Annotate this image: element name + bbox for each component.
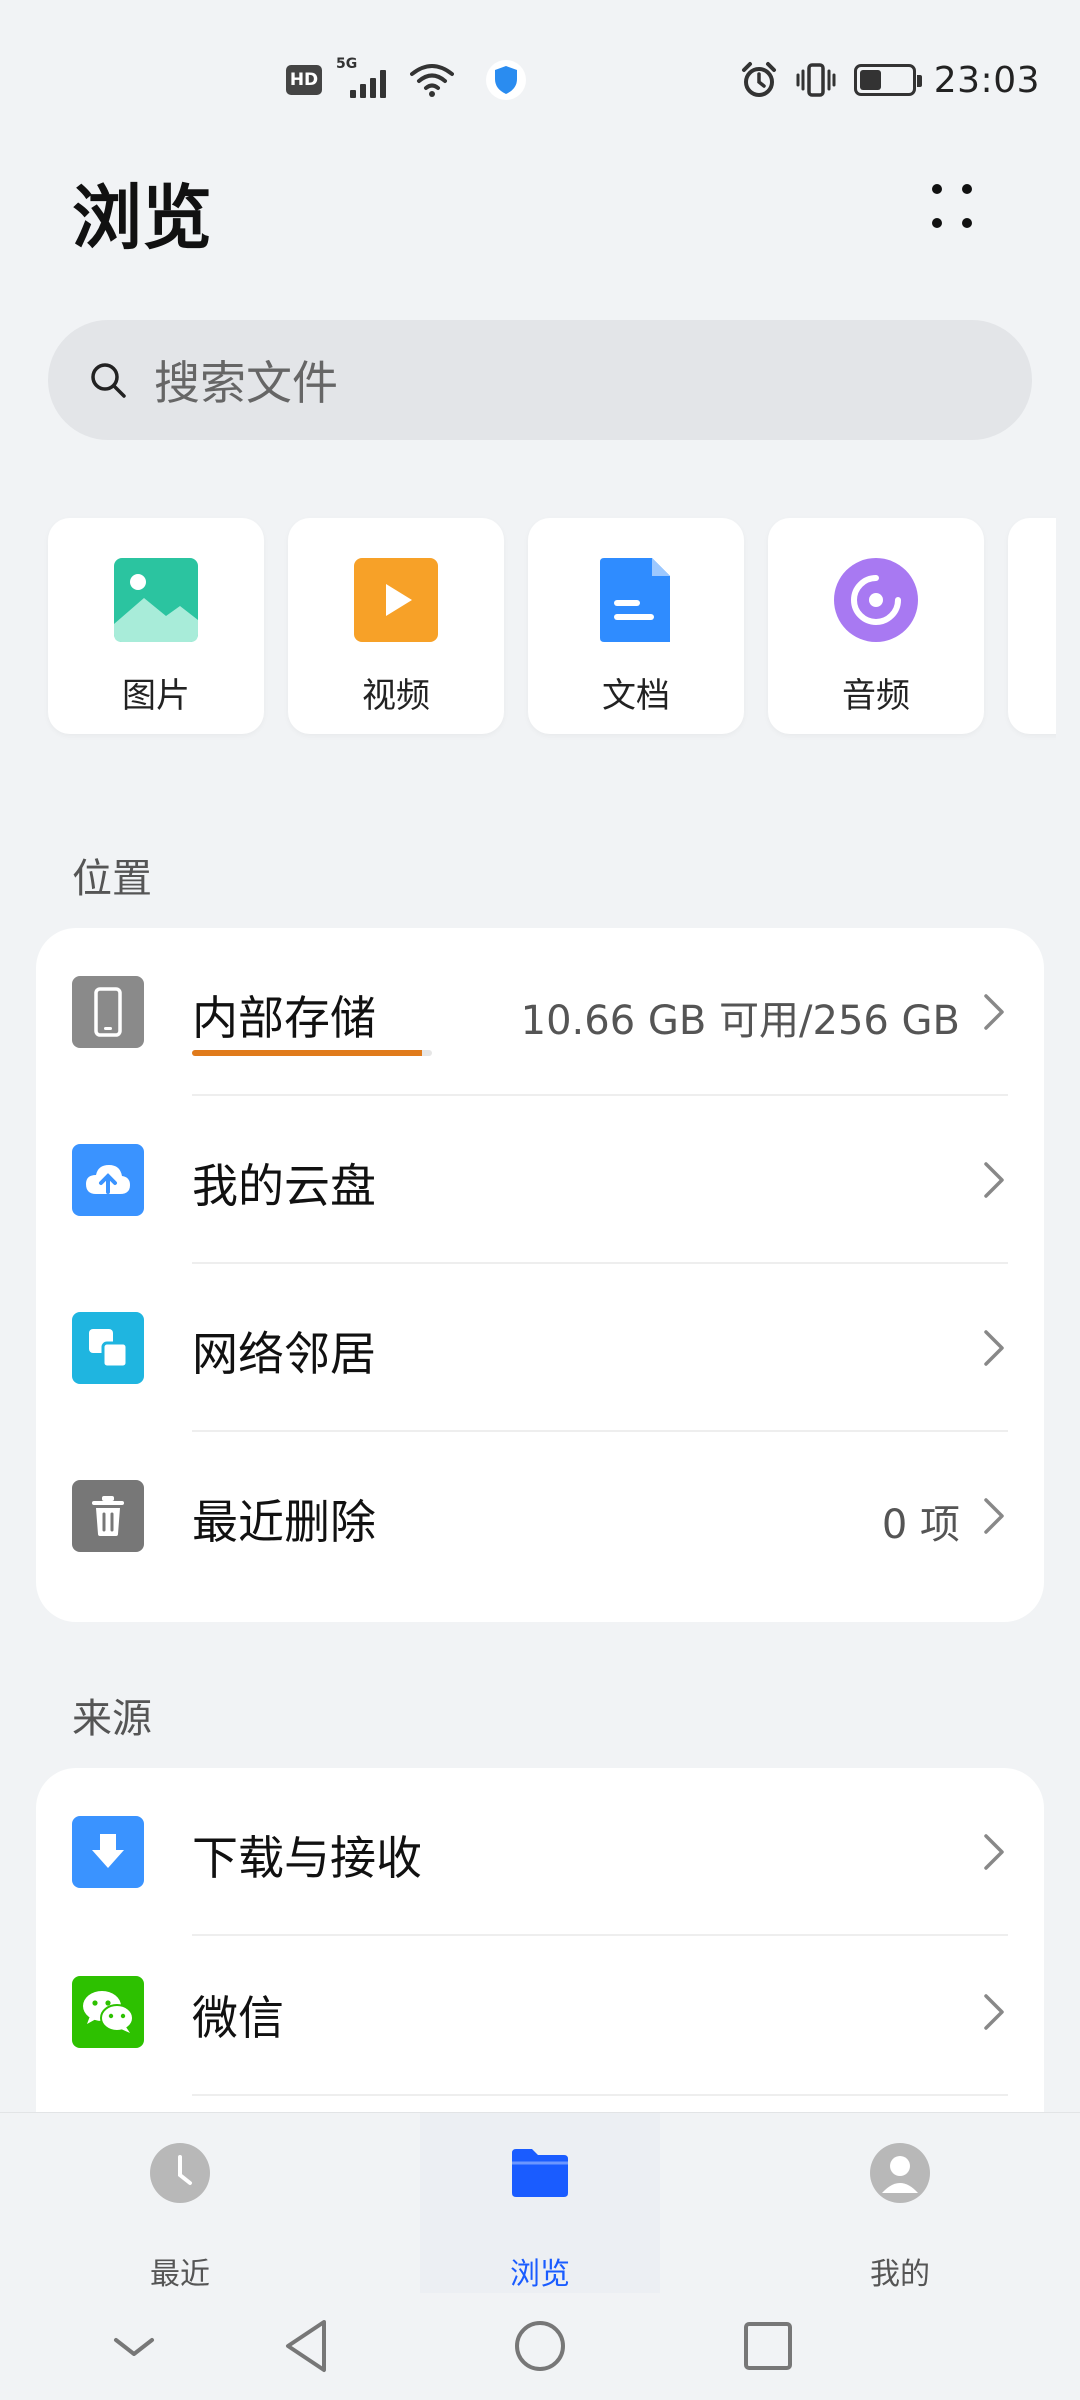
category-videos[interactable]: 视频 (288, 518, 504, 734)
category-label: 图片 (122, 676, 190, 716)
tab-label: 我的 (870, 2257, 930, 2292)
row-recently-deleted[interactable]: 最近删除 0 项 (36, 1432, 1044, 1600)
tab-recent[interactable]: 最近 (80, 2143, 280, 2292)
home-icon[interactable] (500, 2306, 580, 2386)
search-icon (91, 363, 126, 398)
divider (192, 2094, 1008, 2096)
row-label: 网络邻居 (192, 1327, 376, 1381)
security-shield-icon (486, 60, 526, 100)
category-label: 文档 (602, 676, 670, 716)
chevron-right-icon (984, 1834, 1004, 1870)
chevron-right-icon (984, 1498, 1004, 1534)
clock-icon (150, 2143, 210, 2203)
row-label: 我的云盘 (192, 1159, 376, 1213)
tab-browse[interactable]: 浏览 (440, 2143, 640, 2292)
cloud-icon (72, 1144, 144, 1216)
video-icon (354, 558, 438, 642)
category-documents[interactable]: 文档 (528, 518, 744, 734)
category-more[interactable] (1008, 518, 1056, 734)
signal-icon: 5G (336, 56, 396, 100)
search-placeholder: 搜索文件 (154, 356, 338, 410)
hd-badge: HD (286, 65, 322, 95)
section-title-location: 位置 (72, 856, 152, 902)
clock-time: 23:03 (933, 59, 1040, 101)
bottom-nav: 最近 浏览 我的 (0, 2112, 1080, 2293)
phone-icon (72, 976, 144, 1048)
status-network-group: HD 5G (286, 56, 454, 104)
deleted-count: 0 项 (881, 1502, 960, 1548)
trash-icon (72, 1480, 144, 1552)
status-bar: HD 5G 23:03 (0, 0, 1080, 160)
page-title: 浏览 (72, 177, 212, 259)
profile-icon (870, 2143, 930, 2203)
search-bar[interactable]: 搜索文件 (48, 320, 1032, 440)
recents-icon[interactable] (728, 2306, 808, 2386)
chevron-right-icon (984, 994, 1004, 1030)
row-wechat[interactable]: 微信 (36, 1928, 1044, 2096)
row-label: 下载与接收 (192, 1831, 422, 1885)
storage-usage-bar (192, 1050, 432, 1056)
row-downloads[interactable]: 下载与接收 (36, 1768, 1044, 1936)
more-dots-icon[interactable] (916, 172, 988, 244)
document-icon (600, 558, 670, 642)
row-label: 微信 (192, 1991, 284, 2045)
category-label: 音频 (842, 676, 910, 716)
category-label: 视频 (362, 676, 430, 716)
hide-keyboard-icon[interactable] (94, 2306, 174, 2386)
wifi-icon (410, 64, 454, 97)
tab-label: 浏览 (510, 2257, 570, 2292)
section-title-source: 来源 (72, 1696, 152, 1742)
row-network-neighbors[interactable]: 网络邻居 (36, 1264, 1044, 1432)
storage-value: 10.66 GB 可用/256 GB (520, 998, 960, 1044)
folder-icon (512, 2149, 568, 2197)
back-icon[interactable] (268, 2306, 348, 2386)
battery-icon (853, 64, 922, 96)
tab-mine[interactable]: 我的 (800, 2143, 1000, 2292)
chevron-right-icon (984, 1330, 1004, 1366)
tab-label: 最近 (150, 2257, 210, 2292)
row-label: 内部存储 (192, 991, 376, 1045)
row-label: 最近删除 (192, 1495, 376, 1549)
location-card: 内部存储 10.66 GB 可用/256 GB 我的云盘 网络邻居 最近删除 0… (36, 928, 1044, 1622)
network-icon (72, 1312, 144, 1384)
status-right-group: 23:03 (740, 56, 1040, 104)
chevron-right-icon (984, 1994, 1004, 2030)
image-icon (114, 558, 198, 642)
audio-icon (834, 558, 918, 642)
category-audio[interactable]: 音频 (768, 518, 984, 734)
system-nav-bar (0, 2292, 1080, 2400)
chevron-right-icon (984, 1162, 1004, 1198)
category-strip[interactable]: 图片 视频 文档 音频 (0, 496, 1056, 746)
download-icon (72, 1816, 144, 1888)
row-internal-storage[interactable]: 内部存储 10.66 GB 可用/256 GB (36, 928, 1044, 1096)
vibrate-icon (796, 63, 836, 97)
row-cloud-drive[interactable]: 我的云盘 (36, 1096, 1044, 1264)
category-images[interactable]: 图片 (48, 518, 264, 734)
wechat-icon (72, 1976, 144, 2048)
alarm-icon (741, 62, 776, 97)
